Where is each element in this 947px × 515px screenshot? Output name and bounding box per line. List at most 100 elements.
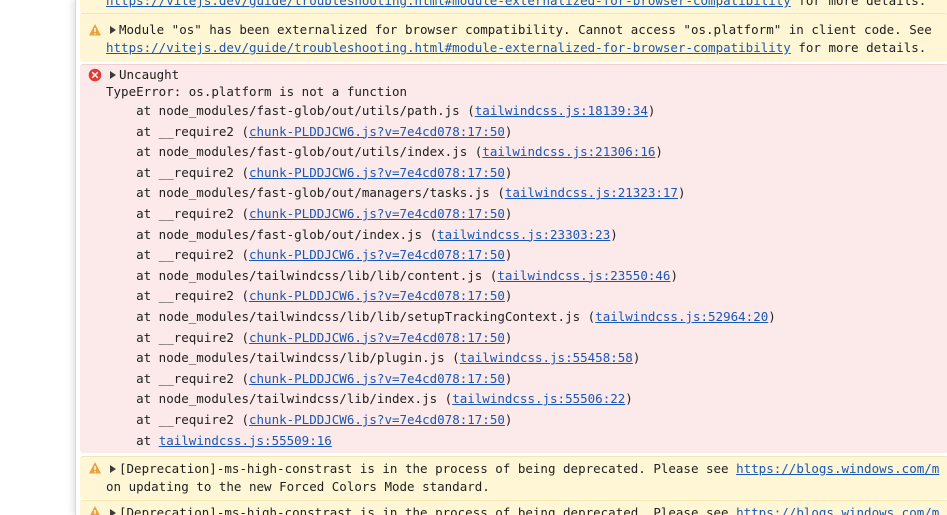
stack-frame-close: ) [670, 267, 678, 283]
stack-frame-text: at __require2 ( [106, 288, 249, 304]
stack-frame-text: at node_modules/tailwindcss/lib/lib/cont… [106, 267, 498, 283]
stack-frame-text: at __require2 ( [106, 370, 249, 386]
stack-frame-close: ) [504, 370, 513, 386]
stack-frame: at node_modules/fast-glob/out/managers/t… [106, 185, 685, 201]
stack-frame: at __require2 (chunk-PLDDJCW6.js?v=7e4cd… [106, 371, 512, 387]
stack-frame-text: at node_modules/fast-glob/out/managers/t… [106, 185, 505, 201]
stack-frame-text: at __require2 ( [106, 412, 249, 427]
warning-text-line: Module "os" has been externalized for br… [110, 22, 932, 38]
stack-frame: at node_modules/tailwindcss/lib/lib/cont… [106, 268, 678, 284]
stack-frame-link[interactable]: chunk-PLDDJCW6.js?v=7e4cd078:17:50 [249, 288, 505, 303]
stack-frame-link[interactable]: tailwindcss.js:18139:34 [475, 103, 648, 118]
stack-frame-text: at node_modules/fast-glob/out/utils/inde… [106, 144, 483, 160]
stack-frame-close: ) [647, 103, 656, 118]
stack-frame-text: at node_modules/tailwindcss/lib/plugin.j… [106, 350, 460, 366]
stack-frame-text: at __require2 ( [106, 247, 249, 263]
warning-icon [89, 24, 101, 36]
deprecation-message-2: [Deprecation]-ms-high-constrast is in th… [80, 500, 947, 515]
deprecation-line2: on updating to the new Forced Colors Mod… [106, 479, 490, 494]
blogs-windows-link[interactable]: https://blogs.windows.com/m [736, 461, 939, 476]
stack-frame-link[interactable]: tailwindcss.js:55458:58 [460, 350, 633, 365]
warning-line: https://vitejs.dev/guide/troubleshooting… [106, 0, 926, 9]
stack-frame: at __require2 (chunk-PLDDJCW6.js?v=7e4cd… [106, 124, 512, 140]
warning-tail: for more details. [790, 40, 927, 55]
stack-frame-close: ) [504, 123, 513, 139]
warning-text: Module "os" has been externalized for br… [119, 22, 932, 37]
error-icon [88, 68, 102, 82]
stack-frame-text: at node_modules/fast-glob/out/index.js ( [106, 226, 438, 242]
stack-frame: at __require2 (chunk-PLDDJCW6.js?v=7e4cd… [106, 288, 512, 304]
troubleshooting-link[interactable]: https://vitejs.dev/guide/troubleshooting… [106, 0, 791, 8]
stack-frame: at __require2 (chunk-PLDDJCW6.js?v=7e4cd… [106, 330, 512, 346]
stack-frame-close: ) [504, 206, 513, 221]
stack-frame-link[interactable]: chunk-PLDDJCW6.js?v=7e4cd078:17:50 [249, 371, 505, 386]
stack-frame-text: at __require2 ( [106, 164, 249, 180]
stack-frame: at node_modules/tailwindcss/lib/plugin.j… [106, 350, 640, 366]
stack-frame-link[interactable]: tailwindcss.js:21306:16 [482, 144, 655, 159]
warning-message-cut: https://vitejs.dev/guide/troubleshooting… [80, 0, 947, 13]
stack-frame-link[interactable]: chunk-PLDDJCW6.js?v=7e4cd078:17:50 [249, 165, 505, 180]
stack-frame-close: ) [632, 350, 641, 366]
stack-frame-close: ) [677, 185, 686, 201]
stack-frame-text: at __require2 ( [106, 123, 249, 139]
stack-frame-link[interactable]: chunk-PLDDJCW6.js?v=7e4cd078:17:50 [249, 206, 505, 221]
stack-frame-close: ) [655, 144, 663, 160]
stack-frame-link[interactable]: chunk-PLDDJCW6.js?v=7e4cd078:17:50 [249, 247, 505, 262]
stack-frame-close: ) [504, 329, 513, 345]
warning-icon [90, 506, 100, 515]
stack-frame: at __require2 (chunk-PLDDJCW6.js?v=7e4cd… [106, 165, 512, 181]
stack-frame-link[interactable]: chunk-PLDDJCW6.js?v=7e4cd078:17:50 [249, 330, 505, 345]
stack-frame: at node_modules/fast-glob/out/utils/inde… [106, 144, 663, 160]
error-title-line: Uncaught [110, 67, 179, 83]
stack-frame: at __require2 (chunk-PLDDJCW6.js?v=7e4cd… [106, 412, 512, 428]
stack-frame-link[interactable]: chunk-PLDDJCW6.js?v=7e4cd078:17:50 [249, 412, 505, 427]
stack-frame-link[interactable]: tailwindcss.js:23303:23 [437, 227, 610, 242]
stack-frame-close: ) [504, 247, 513, 263]
stack-frame-link[interactable]: tailwindcss.js:55506:22 [452, 391, 625, 406]
error-message-text: TypeError: os.platform is not a function [106, 84, 408, 99]
stack-frame-close: ) [610, 226, 618, 242]
stack-frame-link[interactable]: chunk-PLDDJCW6.js?v=7e4cd078:17:50 [249, 124, 505, 139]
stack-frame-link[interactable]: tailwindcss.js:52964:20 [595, 309, 768, 324]
expand-triangle-icon[interactable] [110, 26, 116, 34]
stack-frame-close: ) [504, 412, 513, 427]
expand-triangle-icon[interactable] [110, 71, 116, 79]
stack-frame-text: at node_modules/fast-glob/out/utils/path… [106, 103, 475, 118]
stack-frame-text: at __require2 ( [106, 206, 249, 221]
stack-frame-text: at node_modules/tailwindcss/lib/lib/setu… [106, 309, 596, 324]
console-panel: https://vitejs.dev/guide/troubleshooting… [75, 0, 947, 515]
stack-frame: at __require2 (chunk-PLDDJCW6.js?v=7e4cd… [106, 206, 512, 222]
stack-frame-close: ) [504, 164, 513, 180]
stack-frame: at node_modules/tailwindcss/lib/index.js… [106, 391, 633, 407]
deprecation-text-line: [Deprecation]-ms-high-constrast is in th… [110, 461, 939, 477]
stack-frame: at node_modules/tailwindcss/lib/lib/setu… [106, 309, 776, 325]
error-title: Uncaught [119, 67, 180, 82]
page-background [0, 0, 75, 515]
stack-frame-text: at node_modules/tailwindcss/lib/index.js… [106, 391, 453, 407]
stack-frame: at node_modules/fast-glob/out/index.js (… [106, 227, 618, 243]
expand-triangle-icon[interactable] [110, 509, 116, 515]
warning-message-module-os: Module "os" has been externalized for br… [80, 13, 947, 62]
stack-frame-close: ) [768, 309, 776, 324]
stack-frame-close: ) [504, 288, 513, 304]
expand-triangle-icon[interactable] [110, 465, 116, 473]
warning-icon [89, 462, 101, 474]
deprecation-text: [Deprecation]-ms-high-constrast is in th… [119, 505, 737, 515]
stack-frame-text: at __require2 ( [106, 329, 249, 345]
stack-frame: at __require2 (chunk-PLDDJCW6.js?v=7e4cd… [106, 247, 512, 263]
blogs-windows-link[interactable]: https://blogs.windows.com/m [736, 505, 939, 515]
warning-link-line: https://vitejs.dev/guide/troubleshooting… [106, 40, 926, 56]
stack-frame-link[interactable]: tailwindcss.js:21323:17 [505, 185, 678, 200]
stack-frame-text: at [106, 432, 159, 448]
warning-tail: for more details. [790, 0, 927, 8]
stack-frame: at tailwindcss.js:55509:16 [106, 433, 332, 449]
deprecation-text: [Deprecation]-ms-high-constrast is in th… [119, 461, 737, 476]
stack-frame: at node_modules/fast-glob/out/utils/path… [106, 103, 655, 119]
error-message: Uncaught TypeError: os.platform is not a… [80, 64, 947, 453]
deprecation-message: [Deprecation]-ms-high-constrast is in th… [80, 456, 947, 499]
stack-frame-link[interactable]: tailwindcss.js:23550:46 [497, 268, 670, 283]
stack-frame-link[interactable]: tailwindcss.js:55509:16 [159, 433, 332, 448]
stack-frame-close: ) [625, 391, 633, 407]
deprecation-text-line: [Deprecation]-ms-high-constrast is in th… [110, 505, 939, 515]
troubleshooting-link[interactable]: https://vitejs.dev/guide/troubleshooting… [106, 40, 791, 55]
